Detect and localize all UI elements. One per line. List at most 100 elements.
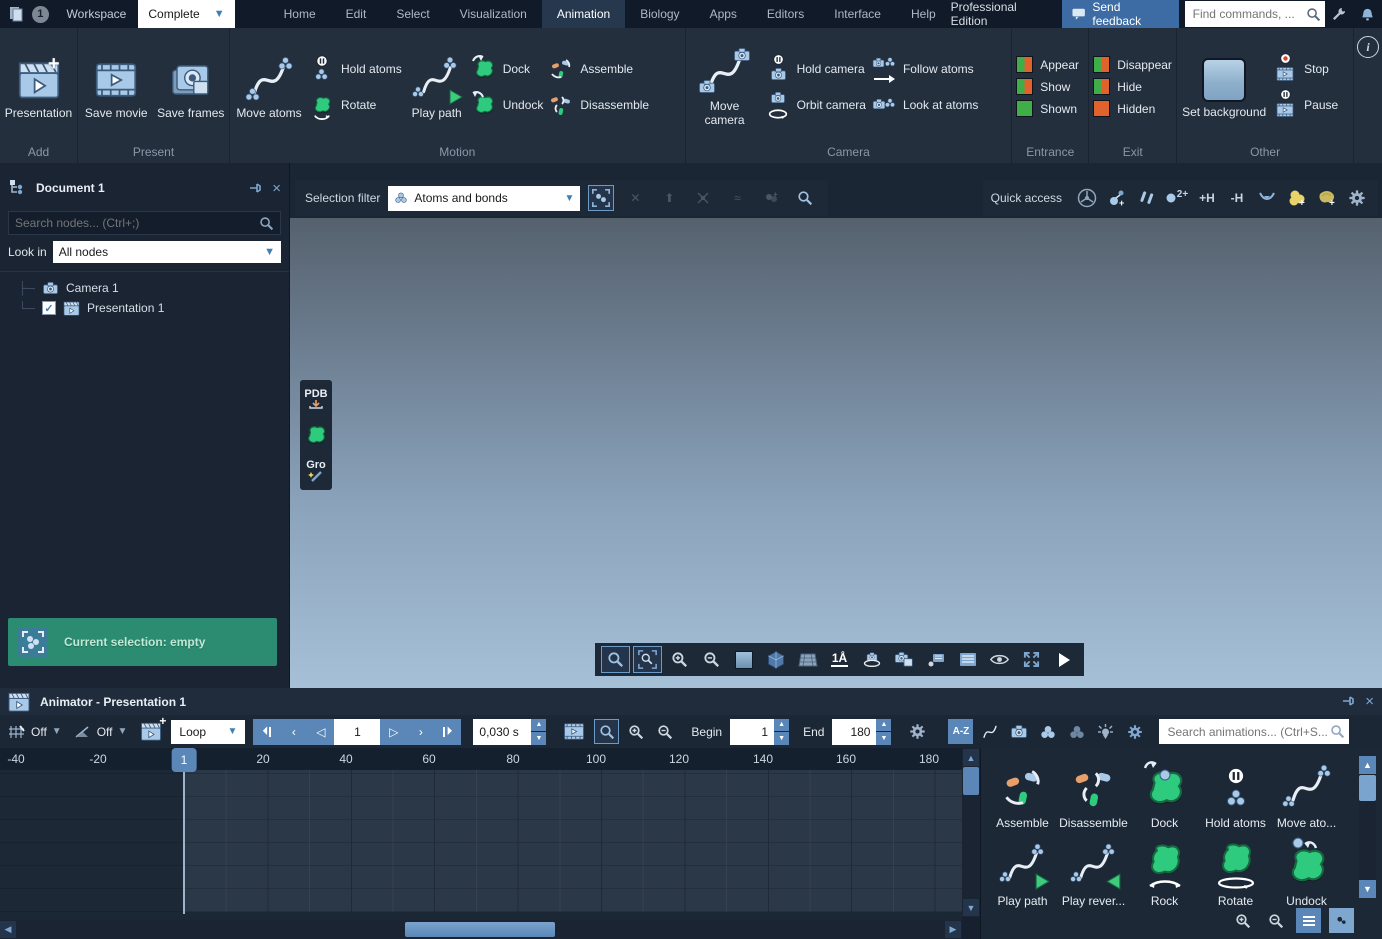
search-animations-input[interactable] [1167,724,1331,739]
documents-icon[interactable] [8,6,24,22]
scale-1angstrom-button[interactable]: 1Å [825,646,854,673]
tab-select[interactable]: Select [381,0,444,28]
tab-help[interactable]: Help [896,0,951,28]
hold-atoms-button[interactable]: Hold atoms [310,57,402,81]
look-at-atoms-button[interactable]: Look at atoms [872,93,978,117]
spin-down-icon[interactable]: ▼ [531,732,547,745]
frame-time-input[interactable] [473,718,532,745]
rotate-button[interactable]: Rotate [310,93,402,117]
assemble-button[interactable]: Assemble [549,57,649,81]
disappear-button[interactable]: Disappear [1093,56,1172,73]
viewport[interactable]: Selection filter Atoms and bonds ▼ ✕ ⬆ ≈ [290,163,1382,688]
add-bond-icon[interactable]: + [1104,185,1130,211]
presets-zoom-out-icon[interactable] [1263,908,1288,933]
select-all-button[interactable] [588,185,615,211]
disassemble-button[interactable]: Disassemble [549,93,649,117]
find-commands-box[interactable] [1184,1,1325,27]
look-in-dropdown[interactable]: All nodes ▼ [52,241,281,263]
end-spinbox[interactable]: ▲▼ [832,718,892,745]
scroll-right-icon[interactable]: ▶ [945,921,961,938]
fullscreen-icon[interactable] [1017,646,1046,673]
scroll-left-icon[interactable]: ◀ [0,921,16,938]
spin-up-icon[interactable]: ▲ [876,718,892,731]
zoom-in-icon[interactable] [665,646,694,673]
filter-path-icon[interactable] [977,719,1002,744]
export-movie-button[interactable] [558,719,590,744]
scrollbar-thumb[interactable] [963,767,979,795]
preset-play-reverse[interactable]: Play rever... [1058,832,1129,908]
zoom-tool-icon[interactable] [601,646,630,673]
presets-zoom-in-icon[interactable] [1230,908,1255,933]
timeline-horizontal-scrollbar[interactable]: ◀ ▶ [0,920,962,939]
go-to-start-button[interactable]: ⏴ [253,719,280,745]
build-molecule-button[interactable] [302,420,330,450]
search-nodes-box[interactable] [8,211,281,235]
step-back-button[interactable]: ◁ [307,719,334,745]
label-icon[interactable] [921,646,950,673]
preset-play-path[interactable]: Play path [987,832,1058,908]
spin-down-icon[interactable]: ▼ [876,732,892,745]
shown-button[interactable]: Shown [1016,100,1079,117]
tab-editors[interactable]: Editors [752,0,819,28]
stop-button[interactable]: Stop [1273,57,1338,81]
tree-item-camera[interactable]: ├─ Camera 1 [18,278,289,298]
scroll-down-icon[interactable]: ▼ [1359,880,1376,898]
presentation-checkbox[interactable]: ✓ [42,301,57,315]
send-feedback-button[interactable]: Send feedback [1062,0,1179,28]
move-atoms-button[interactable]: Move atoms [234,53,304,120]
tab-visualization[interactable]: Visualization [445,0,542,28]
scroll-up-icon[interactable]: ▲ [963,749,979,766]
tab-biology[interactable]: Biology [625,0,694,28]
thermometer-icon[interactable] [1134,185,1160,211]
pause-button[interactable]: Pause [1273,93,1338,117]
tab-apps[interactable]: Apps [695,0,752,28]
filter-molecule-icon[interactable] [1035,719,1060,744]
ribbon-info-icon[interactable]: i [1357,36,1379,58]
dock-button[interactable]: Dock [471,54,544,81]
preset-dock[interactable]: Dock [1129,754,1200,830]
scroll-up-icon[interactable]: ▲ [1359,756,1376,774]
timeline-grid[interactable] [0,770,962,912]
timeline-zoom-fit-icon[interactable] [594,719,620,744]
preset-disassemble[interactable]: Disassemble [1058,754,1129,830]
select-similar-button[interactable]: ≈ [724,185,750,211]
periodic-table-icon[interactable] [1074,185,1100,211]
add-hydrogens-button[interactable]: +H [1194,185,1220,211]
current-frame-marker[interactable]: 1 [171,748,197,772]
find-commands-input[interactable] [1192,7,1306,21]
settings-gears-icon[interactable] [1344,185,1370,211]
play-path-button[interactable]: Play path [408,53,466,120]
preferences-wrench-icon[interactable] [1325,0,1354,28]
close-panel-icon[interactable]: × [272,181,281,196]
step-forward-button[interactable]: ▷ [380,719,407,745]
go-to-end-button[interactable]: ⏵ [434,719,461,745]
close-panel-icon[interactable]: × [1365,694,1374,709]
preset-move-atoms[interactable]: Move ato... [1271,754,1342,830]
notifications-bell-icon[interactable] [1353,0,1382,28]
search-nodes-input[interactable] [15,216,259,230]
begin-input[interactable] [730,718,775,745]
tile-view-icon[interactable] [1329,908,1354,933]
remove-hydrogens-button[interactable]: -H [1224,185,1250,211]
follow-atoms-button[interactable]: Follow atoms [872,57,978,83]
workspace-mode-dropdown[interactable]: Complete ▼ [138,0,235,28]
zoom-to-selection-icon[interactable] [792,185,818,211]
preset-undock[interactable]: Undock [1271,832,1342,908]
selection-filter-dropdown[interactable]: Atoms and bonds ▼ [388,185,581,211]
animator-settings-gear-icon[interactable] [905,719,930,744]
minimize-energy-icon[interactable] [1254,185,1280,211]
filter-camera-icon[interactable] [1006,719,1031,744]
deselect-button[interactable]: ✕ [622,185,648,211]
add-surface-icon[interactable]: + [1314,185,1340,211]
search-icon[interactable] [1330,724,1345,739]
animations-settings-gear-icon[interactable] [1122,719,1147,744]
sort-az-button[interactable]: A-Z [948,719,974,744]
previous-keyframe-button[interactable]: ‹ [280,719,307,745]
expand-selection-button[interactable] [690,185,716,211]
add-group-icon[interactable]: + [1284,185,1310,211]
zoom-region-icon[interactable] [633,646,662,673]
hide-button[interactable]: Hide [1093,78,1172,95]
timeline-vertical-scrollbar[interactable]: ▲ ▼ [962,748,980,917]
end-input[interactable] [832,718,877,745]
gromacs-button[interactable]: Gro [302,456,330,486]
